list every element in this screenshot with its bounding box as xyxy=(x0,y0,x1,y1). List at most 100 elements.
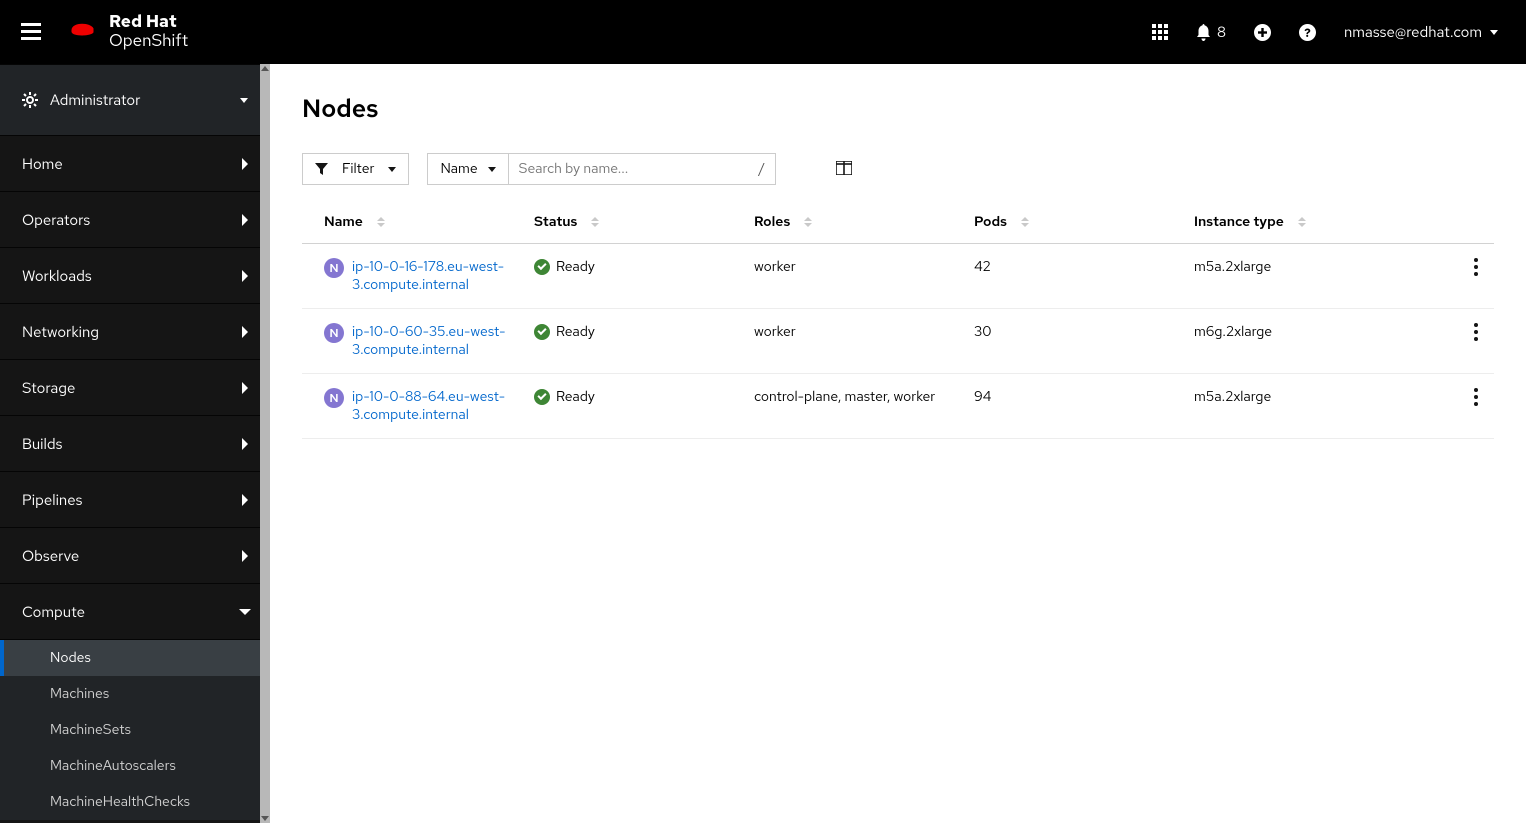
sidebar-item-builds[interactable]: Builds xyxy=(0,416,270,472)
sidebar-item-home[interactable]: Home xyxy=(0,136,270,192)
column-header-roles[interactable]: Roles xyxy=(732,203,952,244)
table-row: N ip-10-0-60-35.eu-west-3.compute.intern… xyxy=(302,309,1494,374)
table-row: N ip-10-0-16-178.eu-west-3.compute.inter… xyxy=(302,244,1494,309)
row-actions-kebab[interactable] xyxy=(1458,323,1494,341)
kebab-icon xyxy=(1474,258,1478,276)
nodes-table: Name Status Roles Pods Instance type N i… xyxy=(302,203,1494,439)
filter-button[interactable]: Filter xyxy=(302,153,409,185)
brand[interactable]: Red Hat OpenShift xyxy=(66,14,188,50)
sidebar-item-storage[interactable]: Storage xyxy=(0,360,270,416)
caret-down-icon xyxy=(488,167,496,172)
grid-icon xyxy=(1152,24,1168,40)
sidebar-sub-nodes[interactable]: Nodes xyxy=(0,640,270,676)
sidebar-item-workloads[interactable]: Workloads xyxy=(0,248,270,304)
check-circle-icon xyxy=(534,259,550,275)
row-actions-kebab[interactable] xyxy=(1458,258,1494,276)
sidebar-sub-machinehealthchecks[interactable]: MachineHealthChecks xyxy=(0,784,270,820)
main-content: Nodes Filter Name / xyxy=(270,64,1526,823)
search-input[interactable] xyxy=(509,154,749,184)
check-circle-icon xyxy=(534,389,550,405)
redhat-fedora-icon xyxy=(66,19,99,45)
columns-icon xyxy=(836,161,852,175)
sort-icon xyxy=(377,217,385,227)
user-menu[interactable]: nmasse@redhat.com xyxy=(1344,22,1498,42)
sidebar-scrollbar[interactable] xyxy=(260,64,270,823)
sort-icon xyxy=(591,217,599,227)
pods-cell: 94 xyxy=(952,374,1172,439)
node-badge: N xyxy=(324,323,344,343)
caret-down-icon xyxy=(240,98,248,103)
table-row: N ip-10-0-88-64.eu-west-3.compute.intern… xyxy=(302,374,1494,439)
svg-text:?: ? xyxy=(1304,25,1311,41)
scroll-down-icon xyxy=(261,816,269,821)
pods-cell: 30 xyxy=(952,309,1172,374)
chevron-right-icon xyxy=(242,382,248,394)
status-text: Ready xyxy=(556,388,595,406)
sidebar-item-compute[interactable]: Compute xyxy=(0,584,270,640)
chevron-right-icon xyxy=(242,494,248,506)
node-badge: N xyxy=(324,388,344,408)
funnel-icon xyxy=(315,163,328,176)
node-link[interactable]: ip-10-0-60-35.eu-west-3.compute.internal xyxy=(352,323,512,359)
perspective-label: Administrator xyxy=(50,90,240,110)
notifications[interactable]: 8 xyxy=(1196,22,1226,42)
chevron-down-icon xyxy=(239,609,251,615)
caret-down-icon xyxy=(388,167,396,172)
node-link[interactable]: ip-10-0-16-178.eu-west-3.compute.interna… xyxy=(352,258,512,294)
chevron-right-icon xyxy=(242,270,248,282)
name-filter-select[interactable]: Name xyxy=(428,154,508,184)
app-launcher[interactable] xyxy=(1152,24,1168,40)
chevron-right-icon xyxy=(242,550,248,562)
sidebar-sub-machines[interactable]: Machines xyxy=(0,676,270,712)
sort-icon xyxy=(804,217,812,227)
import-add[interactable] xyxy=(1254,24,1271,41)
sidebar-sub-machineautoscalers[interactable]: MachineAutoscalers xyxy=(0,748,270,784)
sidebar-item-pipelines[interactable]: Pipelines xyxy=(0,472,270,528)
hamburger-menu[interactable] xyxy=(0,0,62,64)
user-email: nmasse@redhat.com xyxy=(1344,22,1482,42)
kebab-icon xyxy=(1474,388,1478,406)
perspective-switcher[interactable]: Administrator xyxy=(0,64,270,136)
masthead: Red Hat OpenShift 8 ? nmasse@redhat.com xyxy=(0,0,1526,64)
row-actions-kebab[interactable] xyxy=(1458,388,1494,406)
sidebar-item-operators[interactable]: Operators xyxy=(0,192,270,248)
sidebar: Administrator Home Operators Workloads N… xyxy=(0,64,270,823)
column-header-instance[interactable]: Instance type xyxy=(1172,203,1436,244)
gear-icon xyxy=(22,92,38,108)
manage-columns-button[interactable] xyxy=(836,159,852,180)
bars-icon xyxy=(21,23,41,41)
roles-cell: worker xyxy=(732,244,952,309)
bell-icon xyxy=(1196,24,1211,41)
sidebar-item-observe[interactable]: Observe xyxy=(0,528,270,584)
column-header-name[interactable]: Name xyxy=(302,203,512,244)
roles-cell: worker xyxy=(732,309,952,374)
chevron-right-icon xyxy=(242,438,248,450)
brand-line2: OpenShift xyxy=(109,33,188,50)
pods-cell: 42 xyxy=(952,244,1172,309)
scroll-up-icon xyxy=(261,66,269,71)
help[interactable]: ? xyxy=(1299,24,1316,41)
notification-count: 8 xyxy=(1217,22,1226,42)
column-header-status[interactable]: Status xyxy=(512,203,732,244)
sort-icon xyxy=(1021,217,1029,227)
name-filter: Name / xyxy=(427,153,776,185)
status-text: Ready xyxy=(556,258,595,276)
chevron-right-icon xyxy=(242,214,248,226)
toolbar: Filter Name / xyxy=(302,153,1494,185)
instance-cell: m5a.2xlarge xyxy=(1172,244,1436,309)
sidebar-item-networking[interactable]: Networking xyxy=(0,304,270,360)
plus-circle-icon xyxy=(1254,24,1271,41)
filter-label: Filter xyxy=(342,160,374,178)
check-circle-icon xyxy=(534,324,550,340)
question-circle-icon: ? xyxy=(1299,24,1316,41)
node-link[interactable]: ip-10-0-88-64.eu-west-3.compute.internal xyxy=(352,388,512,424)
node-badge: N xyxy=(324,258,344,278)
column-header-pods[interactable]: Pods xyxy=(952,203,1172,244)
search-shortcut-hint: / xyxy=(749,154,776,184)
caret-down-icon xyxy=(1490,30,1498,35)
sort-icon xyxy=(1298,217,1306,227)
sidebar-sub-machinesets[interactable]: MachineSets xyxy=(0,712,270,748)
roles-cell: control-plane, master, worker xyxy=(732,374,952,439)
kebab-icon xyxy=(1474,323,1478,341)
sidebar-sub-compute: Nodes Machines MachineSets MachineAutosc… xyxy=(0,640,270,820)
